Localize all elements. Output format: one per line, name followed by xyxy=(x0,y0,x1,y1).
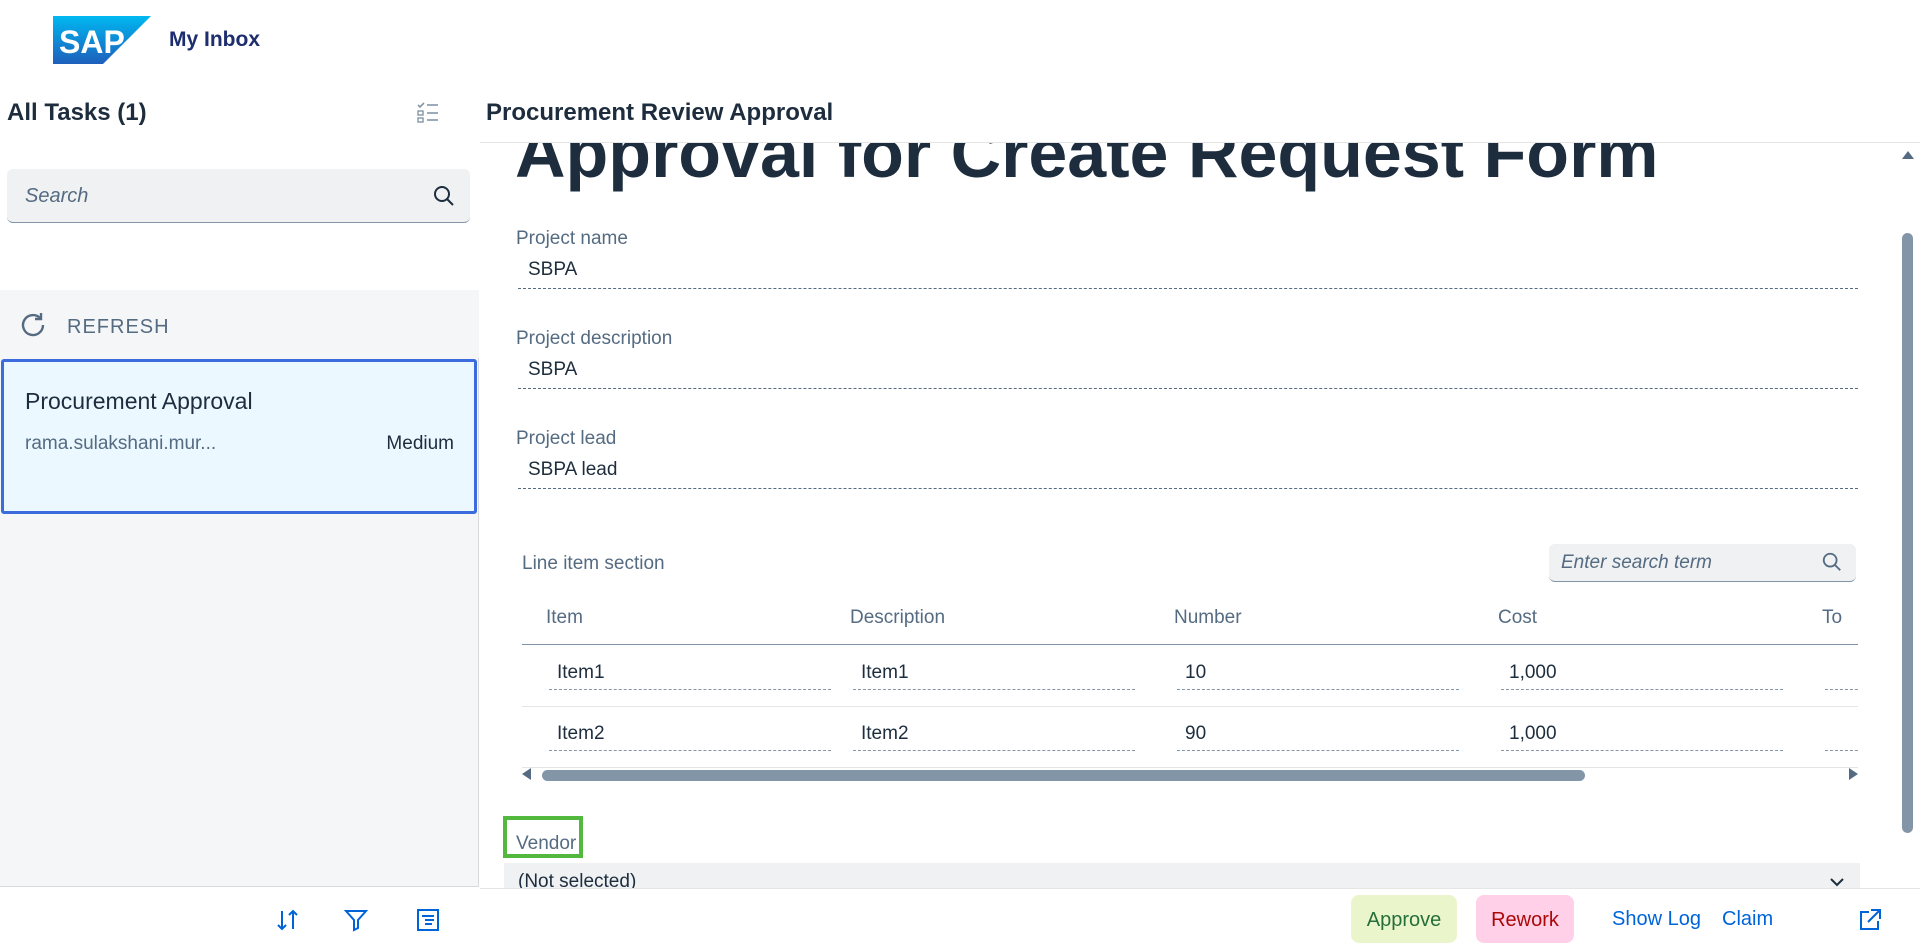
cost-cell[interactable]: 1,000 xyxy=(1501,656,1783,690)
claim-button[interactable]: Claim xyxy=(1708,895,1787,943)
detail-title: Procurement Review Approval xyxy=(486,99,834,126)
search-icon[interactable] xyxy=(1821,551,1843,573)
cell-value: Item2 xyxy=(557,723,605,744)
number-cell[interactable]: 10 xyxy=(1177,656,1459,690)
project-name-value: SBPA xyxy=(528,259,578,280)
task-creator: rama.sulakshani.mur... xyxy=(25,433,217,454)
task-search-field[interactable] xyxy=(7,169,470,223)
cell-value: 1,000 xyxy=(1509,723,1557,744)
form-content: Approval for Create Request Form Project… xyxy=(480,143,1920,888)
vendor-selected-value: (Not selected) xyxy=(518,871,637,888)
share-button[interactable] xyxy=(1850,895,1890,943)
cell-value: Item2 xyxy=(861,723,909,744)
table-search-input[interactable] xyxy=(1561,551,1811,575)
project-lead-value: SBPA lead xyxy=(528,459,618,480)
cell-value: 90 xyxy=(1185,723,1207,744)
column-header: Item xyxy=(546,607,583,628)
scroll-right-arrow[interactable] xyxy=(1849,768,1858,780)
description-cell[interactable]: Item2 xyxy=(853,717,1135,751)
approve-button[interactable]: Approve xyxy=(1351,895,1457,943)
rework-button[interactable]: Rework xyxy=(1476,895,1574,943)
task-search-input[interactable] xyxy=(25,183,415,209)
project-description-label: Project description xyxy=(516,328,673,349)
group-icon[interactable] xyxy=(415,907,441,933)
refresh-button[interactable]: REFRESH xyxy=(0,290,479,358)
column-header: Cost xyxy=(1498,607,1538,628)
vendor-select[interactable]: (Not selected) xyxy=(504,863,1860,888)
table-row[interactable]: Item2 Item2 90 1,000 xyxy=(522,707,1858,768)
task-list-item[interactable]: Procurement Approval rama.sulakshani.mur… xyxy=(1,359,477,514)
master-header: All Tasks (1) xyxy=(0,80,479,143)
cell-value: 10 xyxy=(1185,662,1207,683)
form-title: Approval for Create Request Form xyxy=(515,143,1659,192)
task-title: Procurement Approval xyxy=(25,388,253,414)
show-log-button[interactable]: Show Log xyxy=(1598,895,1715,943)
number-cell[interactable]: 90 xyxy=(1177,717,1459,751)
scrollbar-thumb[interactable] xyxy=(1902,233,1913,833)
column-header: Description xyxy=(850,607,946,628)
multi-select-icon[interactable] xyxy=(416,100,440,124)
table-header: Item Description Number Cost To xyxy=(522,595,1858,645)
app-title: My Inbox xyxy=(169,28,261,51)
total-cell[interactable] xyxy=(1825,717,1858,751)
detail-vertical-scrollbar[interactable] xyxy=(1898,143,1918,888)
cell-value: Item1 xyxy=(861,662,909,683)
item-cell[interactable]: Item1 xyxy=(549,656,831,690)
detail-header: Procurement Review Approval xyxy=(480,80,1920,143)
project-lead-field[interactable]: SBPA lead xyxy=(518,455,1858,489)
description-cell[interactable]: Item1 xyxy=(853,656,1135,690)
table-horizontal-scrollbar[interactable] xyxy=(522,768,1858,782)
table-row[interactable]: Item1 Item1 10 1,000 xyxy=(522,646,1858,707)
column-header: Number xyxy=(1174,607,1242,628)
share-icon xyxy=(1860,908,1881,930)
scrollbar-thumb[interactable] xyxy=(542,770,1585,781)
cost-cell[interactable]: 1,000 xyxy=(1501,717,1783,751)
line-item-table: Item Description Number Cost To Item1 It… xyxy=(522,595,1858,775)
chevron-down-icon[interactable] xyxy=(1828,873,1846,888)
vendor-label: Vendor xyxy=(516,833,577,854)
line-item-section-label: Line item section xyxy=(522,553,665,574)
table-search-field[interactable] xyxy=(1549,544,1856,582)
scroll-up-arrow[interactable] xyxy=(1902,151,1914,159)
master-pane: All Tasks (1) REFRESH Procurement Approv… xyxy=(0,80,479,948)
sap-logo[interactable]: SAP xyxy=(53,16,151,64)
item-cell[interactable]: Item2 xyxy=(549,717,831,751)
shell-header: SAP My Inbox xyxy=(0,0,1920,80)
svg-text:SAP: SAP xyxy=(59,24,125,60)
detail-footer-toolbar: Approve Rework Show Log Claim xyxy=(480,888,1920,948)
task-priority: Medium xyxy=(386,433,454,454)
master-footer xyxy=(0,886,479,948)
cell-value: 1,000 xyxy=(1509,662,1557,683)
column-header: To xyxy=(1822,607,1843,628)
project-name-field[interactable]: SBPA xyxy=(518,255,1858,289)
project-description-value: SBPA xyxy=(528,359,578,380)
refresh-icon xyxy=(21,313,45,337)
filter-icon[interactable] xyxy=(343,907,369,933)
project-description-field[interactable]: SBPA xyxy=(518,355,1858,389)
refresh-label: REFRESH xyxy=(67,316,170,338)
cell-value: Item1 xyxy=(557,662,605,683)
master-title: All Tasks (1) xyxy=(7,99,147,126)
total-cell[interactable] xyxy=(1825,656,1858,690)
project-lead-label: Project lead xyxy=(516,428,617,449)
scroll-left-arrow[interactable] xyxy=(522,768,531,780)
sort-icon[interactable] xyxy=(275,907,301,933)
search-icon[interactable] xyxy=(432,184,456,208)
project-name-label: Project name xyxy=(516,228,628,249)
